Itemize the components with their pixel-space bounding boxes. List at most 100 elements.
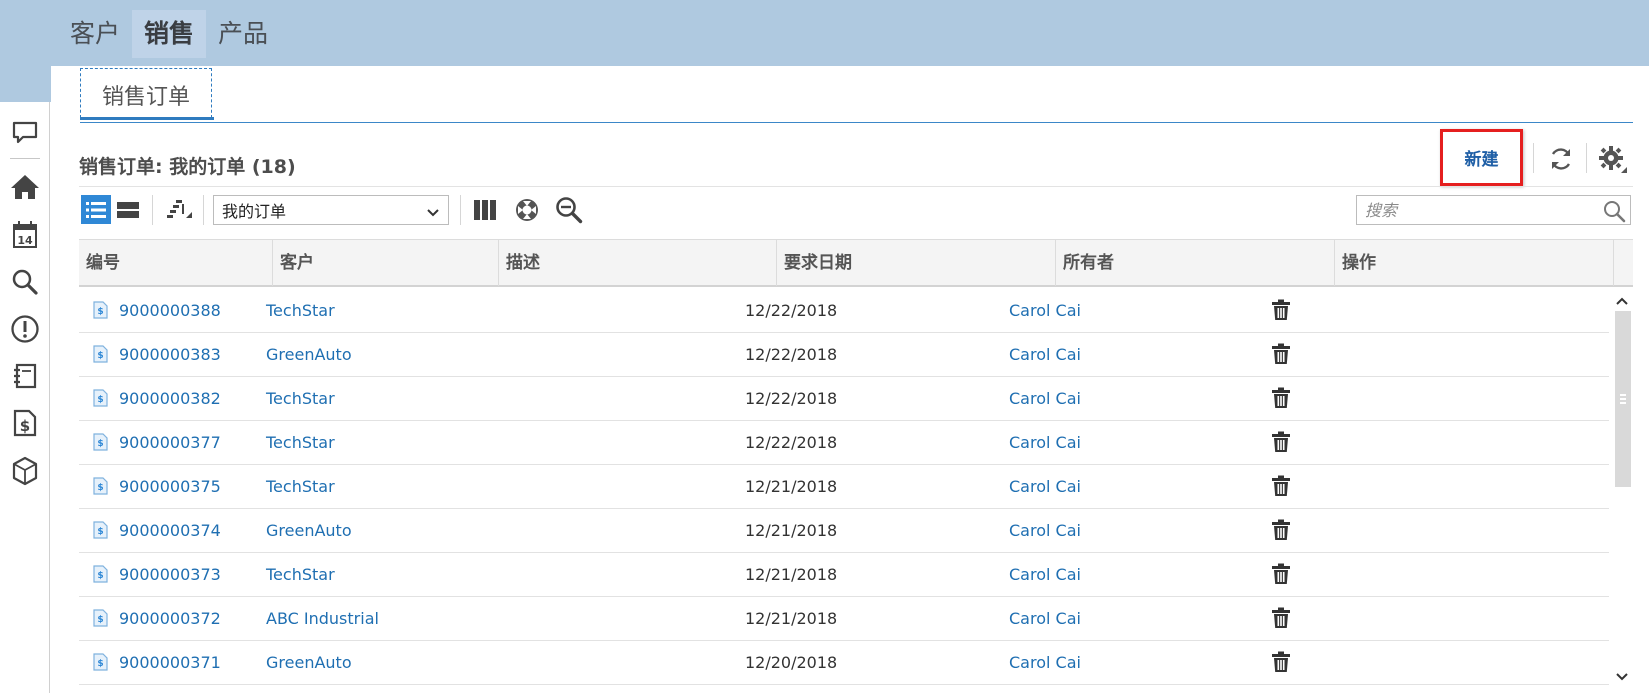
tab-customers[interactable]: 客户 [58, 10, 132, 58]
sales-document-icon: $ [92, 301, 108, 323]
required-date-cell: 12/22/2018 [745, 301, 838, 320]
order-number-link[interactable]: 9000000377 [119, 421, 221, 465]
list-view-toggle[interactable] [81, 195, 111, 224]
notebook-icon[interactable] [8, 359, 42, 393]
order-number-link[interactable]: 9000000374 [119, 509, 221, 553]
table-row[interactable]: $9000000383 GreenAuto 12/22/2018 Carol Cai [79, 333, 1609, 377]
owner-link[interactable]: Carol Cai [1009, 333, 1081, 377]
customer-link[interactable]: ABC Industrial [266, 597, 379, 641]
svg-text:$: $ [20, 417, 30, 435]
sales-document-icon: $ [92, 565, 108, 587]
table-row[interactable]: $9000000374 GreenAuto 12/21/2018 Carol Cai [79, 509, 1609, 553]
column-header-spacer [1613, 240, 1633, 286]
delete-trash-icon[interactable] [1271, 431, 1291, 457]
svg-text:$: $ [97, 351, 103, 361]
order-number-link[interactable]: 9000000372 [119, 597, 221, 641]
customer-link[interactable]: TechStar [266, 289, 335, 333]
scroll-down-icon[interactable] [1611, 667, 1633, 687]
toolbar-divider-1 [152, 195, 153, 225]
sales-document-icon: $ [92, 653, 108, 675]
tab-sales-orders[interactable]: 销售订单 [80, 68, 212, 118]
view-filter-select[interactable]: 我的订单 [213, 195, 449, 225]
sort-icon[interactable] [163, 196, 195, 224]
delete-trash-icon[interactable] [1271, 343, 1291, 369]
column-header-customer[interactable]: 客户 [272, 240, 498, 286]
alert-icon[interactable] [8, 312, 42, 346]
order-number-link[interactable]: 9000000388 [119, 289, 221, 333]
toolbar-divider-3 [460, 195, 461, 225]
sales-document-icon: $ [92, 609, 108, 631]
svg-text:14: 14 [17, 234, 33, 247]
calendar-icon[interactable]: 14 [8, 218, 42, 252]
toolbar-divider-2 [203, 195, 204, 225]
table-row[interactable]: $9000000372 ABC Industrial 12/21/2018 Carol… [79, 597, 1609, 641]
scroll-up-icon[interactable] [1611, 291, 1633, 311]
search-icon[interactable] [8, 265, 42, 299]
home-icon[interactable] [8, 170, 42, 204]
toolbar-divider [79, 186, 1633, 187]
customer-link[interactable]: TechStar [266, 465, 335, 509]
search-input[interactable] [1357, 196, 1587, 224]
table-row[interactable]: $9000000382 TechStar 12/22/2018 Carol Cai [79, 377, 1609, 421]
delete-trash-icon[interactable] [1271, 299, 1291, 325]
customer-link[interactable]: TechStar [266, 377, 335, 421]
action-divider-2 [1586, 143, 1587, 173]
settings-gear-icon[interactable] [1596, 143, 1630, 175]
owner-link[interactable]: Carol Cai [1009, 289, 1081, 333]
table-row[interactable]: $9000000388 TechStar 12/22/2018 Carol Cai [79, 289, 1609, 333]
svg-text:$: $ [97, 571, 103, 581]
delete-trash-icon[interactable] [1271, 387, 1291, 413]
table-row[interactable]: $9000000377 TechStar 12/22/2018 Carol Cai [79, 421, 1609, 465]
sales-document-icon: $ [92, 345, 108, 367]
new-order-button[interactable]: 新建 [1440, 129, 1523, 186]
table-row[interactable]: $9000000371 GreenAuto 12/20/2018 Carol Cai [79, 641, 1609, 685]
chat-bubble-icon[interactable] [8, 116, 42, 150]
column-header-actions[interactable]: 操作 [1334, 240, 1613, 286]
order-number-link[interactable]: 9000000383 [119, 333, 221, 377]
customer-link[interactable]: GreenAuto [266, 509, 352, 553]
owner-link[interactable]: Carol Cai [1009, 509, 1081, 553]
zoom-out-icon[interactable] [554, 195, 584, 225]
owner-link[interactable]: Carol Cai [1009, 641, 1081, 685]
required-date-cell: 12/22/2018 [745, 345, 838, 364]
order-number-link[interactable]: 9000000373 [119, 553, 221, 597]
owner-link[interactable]: Carol Cai [1009, 465, 1081, 509]
tab-products[interactable]: 产品 [206, 10, 280, 58]
delete-trash-icon[interactable] [1271, 519, 1291, 545]
owner-link[interactable]: Carol Cai [1009, 377, 1081, 421]
refresh-icon[interactable] [1545, 143, 1577, 175]
order-number-link[interactable]: 9000000371 [119, 641, 221, 685]
customer-link[interactable]: TechStar [266, 553, 335, 597]
column-header-number[interactable]: 编号 [79, 240, 272, 286]
delete-trash-icon[interactable] [1271, 563, 1291, 589]
customer-link[interactable]: TechStar [266, 421, 335, 465]
svg-text:$: $ [97, 483, 103, 493]
delete-trash-icon[interactable] [1271, 607, 1291, 633]
delete-trash-icon[interactable] [1271, 475, 1291, 501]
clear-filter-icon[interactable] [512, 195, 542, 225]
delete-trash-icon[interactable] [1271, 651, 1291, 677]
customer-link[interactable]: GreenAuto [266, 333, 352, 377]
column-header-description[interactable]: 描述 [498, 240, 776, 286]
search-icon[interactable] [1602, 199, 1626, 227]
column-header-required-date[interactable]: 要求日期 [776, 240, 1055, 286]
columns-icon[interactable] [470, 195, 500, 225]
order-number-link[interactable]: 9000000375 [119, 465, 221, 509]
owner-link[interactable]: Carol Cai [1009, 553, 1081, 597]
dollar-document-icon[interactable]: $ [8, 406, 42, 440]
svg-text:$: $ [97, 439, 103, 449]
order-number-link[interactable]: 9000000382 [119, 377, 221, 421]
tab-sales[interactable]: 销售 [132, 10, 207, 58]
table-scrollbar[interactable] [1611, 289, 1633, 687]
table-row[interactable]: $9000000375 TechStar 12/21/2018 Carol Cai [79, 465, 1609, 509]
scroll-thumb[interactable] [1615, 311, 1631, 487]
svg-text:$: $ [97, 615, 103, 625]
owner-link[interactable]: Carol Cai [1009, 421, 1081, 465]
owner-link[interactable]: Carol Cai [1009, 597, 1081, 641]
card-view-toggle[interactable] [113, 195, 143, 224]
customer-link[interactable]: GreenAuto [266, 641, 352, 685]
table-row[interactable]: $9000000373 TechStar 12/21/2018 Carol Cai [79, 553, 1609, 597]
column-header-owner[interactable]: 所有者 [1055, 240, 1334, 286]
svg-text:$: $ [97, 659, 103, 669]
product-box-icon[interactable] [8, 454, 42, 488]
